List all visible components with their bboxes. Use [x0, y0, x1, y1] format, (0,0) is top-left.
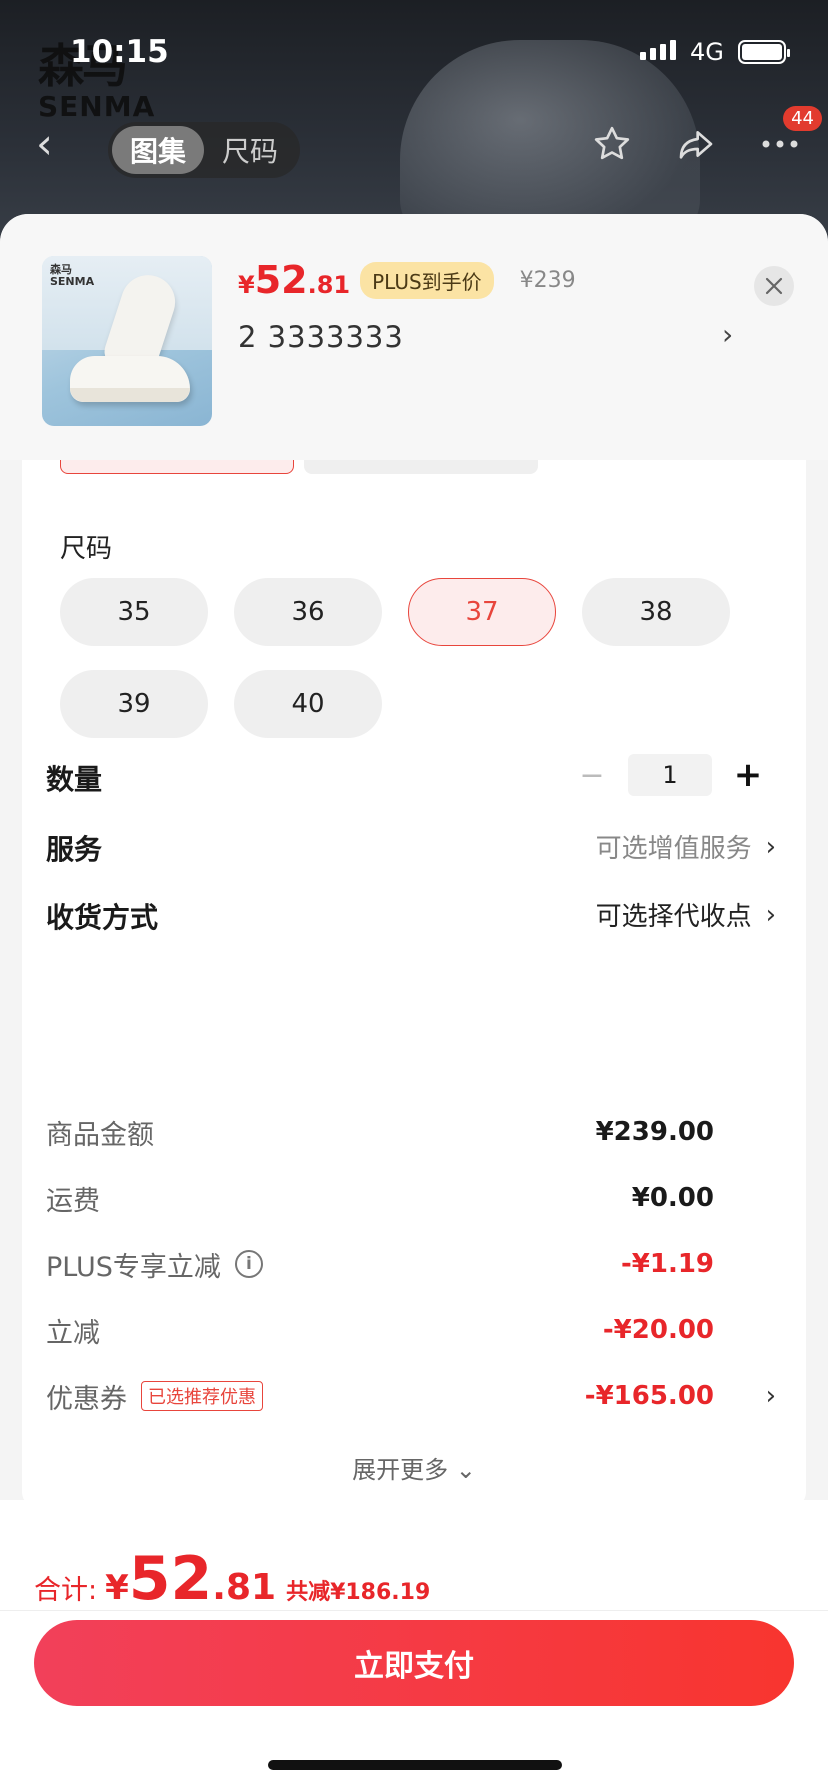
- chevron-right-icon: ›: [765, 831, 776, 862]
- star-icon[interactable]: [588, 120, 636, 168]
- chevron-right-icon[interactable]: ›: [722, 318, 733, 351]
- battery-icon: [738, 40, 790, 64]
- status-time: 10:15: [70, 34, 169, 70]
- info-icon[interactable]: i: [234, 1250, 263, 1278]
- size-option[interactable]: 40: [234, 670, 382, 738]
- status-bar: 10:15 4G: [0, 0, 828, 100]
- chevron-down-icon: ⌄: [455, 1456, 476, 1484]
- size-option[interactable]: 39: [60, 670, 208, 738]
- more-icon[interactable]: 44: [756, 106, 822, 168]
- size-option[interactable]: 36: [234, 578, 382, 646]
- signal-icon: [640, 40, 676, 60]
- delivery-label: 收货方式: [46, 901, 159, 934]
- original-price: ¥239: [519, 267, 576, 293]
- tab-gallery[interactable]: 图集: [112, 126, 204, 174]
- quantity-stepper: − 1 +: [574, 754, 766, 796]
- total-amount: 合计: ¥ 52 .81 共减¥186.19: [34, 1544, 431, 1614]
- price-summary-card: 商品金额 ¥239.00 运费 ¥0.00 PLUS专享立减 i -¥1.19 立…: [22, 1088, 806, 1508]
- delivery-selector[interactable]: 可选择代收点 ›: [596, 896, 776, 933]
- divider: [0, 1610, 828, 1611]
- plus-discount-row: PLUS专享立减 i -¥1.19: [46, 1249, 714, 1283]
- product-thumbnail[interactable]: 森马 SENMA: [42, 256, 212, 426]
- goods-amount-row: 商品金额 ¥239.00: [46, 1117, 714, 1151]
- tab-size[interactable]: 尺码: [204, 126, 296, 174]
- checkout-bar: 合计: ¥ 52 .81 共减¥186.19 立即支付: [0, 1500, 828, 1792]
- message-count-badge: 44: [783, 106, 822, 131]
- service-selector[interactable]: 可选增值服务 ›: [596, 828, 776, 865]
- size-option[interactable]: 35: [60, 578, 208, 646]
- chevron-right-icon: ›: [765, 899, 776, 930]
- pay-now-button[interactable]: 立即支付: [34, 1620, 794, 1706]
- share-icon[interactable]: [672, 120, 720, 168]
- quantity-increase-button[interactable]: +: [730, 755, 766, 795]
- total-discount: 共减¥186.19: [286, 1580, 431, 1605]
- instant-discount-row: 立减 -¥20.00: [46, 1315, 714, 1349]
- size-label: 尺码: [60, 534, 113, 564]
- size-option-selected[interactable]: 37: [408, 578, 556, 646]
- coupon-row[interactable]: 优惠券 已选推荐优惠 -¥165.00 ›: [46, 1376, 776, 1416]
- selected-spec[interactable]: 2 3333333: [238, 320, 404, 354]
- nav-bar: ‹ 图集 尺码 44: [0, 106, 828, 180]
- close-button[interactable]: [754, 266, 794, 306]
- shipping-row: 运费 ¥0.00: [46, 1183, 714, 1217]
- quantity-label: 数量: [46, 763, 103, 796]
- sheet-product-summary: 森马 SENMA ¥ 52 .81 PLUS到手价 ¥239 2 3333333 …: [0, 214, 828, 460]
- product-price: ¥ 52 .81 PLUS到手价 ¥239: [238, 258, 576, 302]
- network-type: 4G: [690, 38, 724, 66]
- service-label: 服务: [46, 833, 103, 866]
- quantity-input[interactable]: 1: [628, 754, 712, 796]
- home-indicator: [268, 1760, 562, 1770]
- plus-price-tag: PLUS到手价: [360, 261, 494, 299]
- size-option[interactable]: 38: [582, 578, 730, 646]
- chevron-right-icon[interactable]: ›: [766, 1381, 776, 1411]
- chevron-left-icon[interactable]: ‹: [36, 123, 76, 165]
- gallery-tab-switch: 图集 尺码: [108, 122, 300, 178]
- quantity-decrease-button[interactable]: −: [574, 758, 610, 793]
- expand-more-button[interactable]: 展开更多 ⌄: [22, 1450, 806, 1485]
- coupon-tag: 已选推荐优惠: [141, 1381, 263, 1411]
